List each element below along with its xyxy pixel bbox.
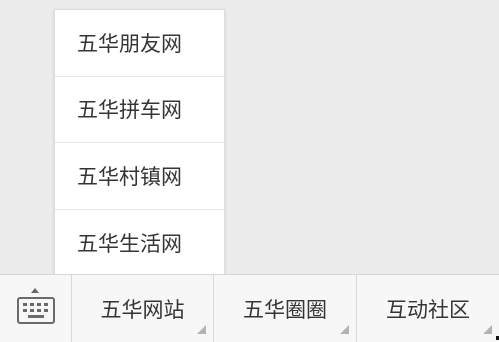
keyboard-toggle-button[interactable] — [0, 275, 72, 342]
menu-button-wuhua-circles[interactable]: 五华圈圈 — [214, 275, 357, 342]
expand-up-icon — [31, 288, 39, 293]
submenu-popup: 五华朋友网 五华拼车网 五华村镇网 五华生活网 — [54, 9, 225, 275]
submenu-item-carpool[interactable]: 五华拼车网 — [55, 77, 224, 143]
menu-button-community[interactable]: 互动社区 — [357, 275, 499, 342]
bottom-menu-bar: 五华网站 五华圈圈 互动社区 — [0, 274, 499, 342]
menu-button-label: 五华网站 — [100, 297, 185, 322]
submenu-item-friends[interactable]: 五华朋友网 — [55, 10, 224, 77]
submenu-item-life[interactable]: 五华生活网 — [55, 210, 224, 277]
menu-button-label: 五华圈圈 — [243, 297, 327, 322]
chat-screen: 五华朋友网 五华拼车网 五华村镇网 五华生活网 五华网站 五华圈圈 互动社区 — [0, 0, 499, 342]
submenu-indicator-icon — [340, 325, 349, 334]
submenu-indicator-icon — [483, 325, 492, 334]
submenu-item-villages[interactable]: 五华村镇网 — [55, 143, 224, 210]
submenu-indicator-icon — [197, 325, 206, 334]
keyboard-icon — [17, 297, 55, 324]
menu-button-wuhua-sites[interactable]: 五华网站 — [72, 275, 214, 342]
menu-button-label: 互动社区 — [386, 297, 470, 322]
